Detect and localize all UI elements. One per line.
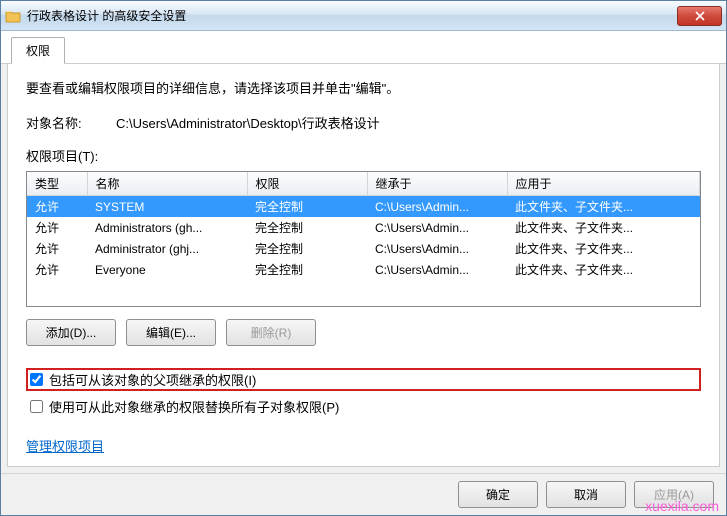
col-type[interactable]: 类型 (27, 172, 87, 196)
tab-strip: 权限 (1, 31, 726, 64)
ok-button[interactable]: 确定 (458, 481, 538, 508)
dialog-footer: 确定 取消 应用(A) (1, 473, 726, 515)
close-icon (695, 11, 705, 21)
cell-type: 允许 (27, 238, 87, 259)
col-apply[interactable]: 应用于 (507, 172, 700, 196)
cell-name: Administrators (gh... (87, 217, 247, 238)
folder-icon (5, 8, 21, 24)
cell-perm: 完全控制 (247, 196, 367, 218)
titlebar[interactable]: 行政表格设计 的高级安全设置 (1, 1, 726, 31)
object-path: C:\Users\Administrator\Desktop\行政表格设计 (116, 113, 380, 132)
cell-name: Administrator (ghj... (87, 238, 247, 259)
remove-button[interactable]: 删除(R) (226, 319, 316, 346)
cell-type: 允许 (27, 217, 87, 238)
cell-apply: 此文件夹、子文件夹... (507, 217, 700, 238)
include-inherit-label: 包括可从该对象的父项继承的权限(I) (49, 370, 256, 389)
add-button[interactable]: 添加(D)... (26, 319, 116, 346)
permissions-table[interactable]: 类型 名称 权限 继承于 应用于 允许SYSTEM完全控制C:\Users\Ad… (26, 171, 701, 307)
table-row[interactable]: 允许Everyone完全控制C:\Users\Admin...此文件夹、子文件夹… (27, 259, 700, 280)
cell-apply: 此文件夹、子文件夹... (507, 196, 700, 218)
include-inherit-row[interactable]: 包括可从该对象的父项继承的权限(I) (26, 368, 701, 391)
content-panel: 要查看或编辑权限项目的详细信息，请选择该项目并单击"编辑"。 对象名称: C:\… (7, 64, 720, 467)
checkbox-area: 包括可从该对象的父项继承的权限(I) 使用可从此对象继承的权限替换所有子对象权限… (26, 368, 701, 418)
cell-inherit: C:\Users\Admin... (367, 196, 507, 218)
table-header-row[interactable]: 类型 名称 权限 继承于 应用于 (27, 172, 700, 196)
cell-perm: 完全控制 (247, 238, 367, 259)
replace-children-checkbox[interactable] (30, 400, 43, 413)
col-name[interactable]: 名称 (87, 172, 247, 196)
cell-name: Everyone (87, 259, 247, 280)
cell-type: 允许 (27, 259, 87, 280)
cell-type: 允许 (27, 196, 87, 218)
watermark: xuexila.com (645, 498, 719, 514)
edit-button[interactable]: 编辑(E)... (126, 319, 216, 346)
tab-permissions[interactable]: 权限 (11, 37, 65, 64)
cell-inherit: C:\Users\Admin... (367, 238, 507, 259)
object-row: 对象名称: C:\Users\Administrator\Desktop\行政表… (26, 113, 701, 132)
cell-inherit: C:\Users\Admin... (367, 259, 507, 280)
cancel-button[interactable]: 取消 (546, 481, 626, 508)
object-label: 对象名称: (26, 113, 116, 132)
replace-children-label: 使用可从此对象继承的权限替换所有子对象权限(P) (49, 397, 339, 416)
perm-list-label: 权限项目(T): (26, 146, 701, 165)
button-row: 添加(D)... 编辑(E)... 删除(R) (26, 319, 701, 346)
advanced-security-window: 行政表格设计 的高级安全设置 权限 要查看或编辑权限项目的详细信息，请选择该项目… (0, 0, 727, 516)
cell-apply: 此文件夹、子文件夹... (507, 259, 700, 280)
manage-perm-link[interactable]: 管理权限项目 (26, 436, 104, 455)
cell-inherit: C:\Users\Admin... (367, 217, 507, 238)
col-inherit[interactable]: 继承于 (367, 172, 507, 196)
replace-children-row[interactable]: 使用可从此对象继承的权限替换所有子对象权限(P) (26, 395, 701, 418)
table-row[interactable]: 允许Administrator (ghj...完全控制C:\Users\Admi… (27, 238, 700, 259)
table-row[interactable]: 允许Administrators (gh...完全控制C:\Users\Admi… (27, 217, 700, 238)
cell-perm: 完全控制 (247, 259, 367, 280)
cell-perm: 完全控制 (247, 217, 367, 238)
table-row[interactable]: 允许SYSTEM完全控制C:\Users\Admin...此文件夹、子文件夹..… (27, 196, 700, 218)
include-inherit-checkbox[interactable] (30, 373, 43, 386)
cell-name: SYSTEM (87, 196, 247, 218)
close-button[interactable] (677, 6, 722, 26)
instruction-text: 要查看或编辑权限项目的详细信息，请选择该项目并单击"编辑"。 (26, 78, 701, 97)
col-perm[interactable]: 权限 (247, 172, 367, 196)
window-title: 行政表格设计 的高级安全设置 (27, 7, 677, 24)
cell-apply: 此文件夹、子文件夹... (507, 238, 700, 259)
